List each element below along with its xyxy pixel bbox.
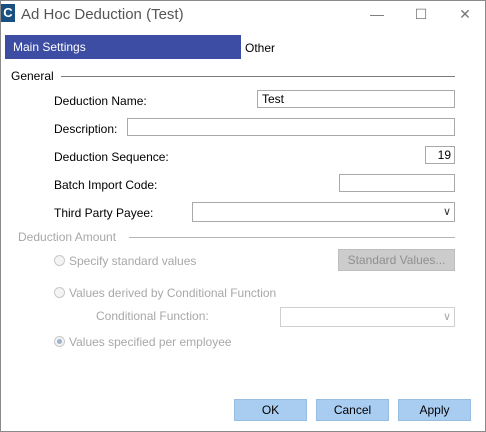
batch-import-code-input[interactable]: [339, 174, 455, 192]
general-group-label: General: [11, 69, 54, 83]
description-label: Description:: [54, 122, 118, 136]
deduction-name-label: Deduction Name:: [54, 94, 147, 108]
maximize-icon[interactable]: ☐: [411, 5, 431, 23]
conditional-function-label: Conditional Function:: [96, 309, 209, 323]
deduction-sequence-input[interactable]: 19: [425, 146, 455, 164]
minimize-icon[interactable]: —: [367, 5, 387, 23]
app-logo-icon: C: [1, 4, 15, 22]
conditional-function-select[interactable]: ∨: [280, 307, 455, 327]
batch-import-code-label: Batch Import Code:: [54, 178, 158, 192]
tab-other[interactable]: Other: [245, 35, 275, 59]
description-input[interactable]: [127, 118, 455, 136]
deduction-amount-divider: [129, 237, 455, 238]
radio-per-employee[interactable]: [54, 336, 65, 347]
radio-specify-standard-values[interactable]: [54, 255, 65, 266]
chevron-down-icon: ∨: [442, 206, 451, 218]
conditional-function-option-label: Values derived by Conditional Function: [69, 286, 277, 300]
specify-standard-values-label: Specify standard values: [69, 254, 197, 268]
tab-main-settings[interactable]: Main Settings: [5, 35, 241, 59]
standard-values-button[interactable]: Standard Values...: [338, 249, 455, 271]
apply-button[interactable]: Apply: [398, 399, 471, 421]
dialog-window: C Ad Hoc Deduction (Test) — ☐ ✕ Main Set…: [0, 0, 486, 432]
ok-button[interactable]: OK: [234, 399, 307, 421]
third-party-payee-label: Third Party Payee:: [54, 206, 154, 220]
deduction-name-input[interactable]: Test: [257, 90, 455, 108]
window-title: Ad Hoc Deduction (Test): [21, 6, 184, 23]
cancel-button[interactable]: Cancel: [316, 399, 389, 421]
radio-conditional-function[interactable]: [54, 287, 65, 298]
radio-selected-dot: [57, 339, 62, 344]
close-icon[interactable]: ✕: [455, 5, 475, 23]
deduction-amount-group-label: Deduction Amount: [18, 230, 117, 244]
deduction-sequence-label: Deduction Sequence:: [54, 150, 169, 164]
general-divider: [61, 76, 455, 77]
title-bar: C Ad Hoc Deduction (Test) — ☐ ✕: [1, 1, 485, 30]
third-party-payee-select[interactable]: ∨: [192, 202, 455, 222]
chevron-down-icon: ∨: [442, 311, 451, 323]
per-employee-label: Values specified per employee: [69, 335, 232, 349]
